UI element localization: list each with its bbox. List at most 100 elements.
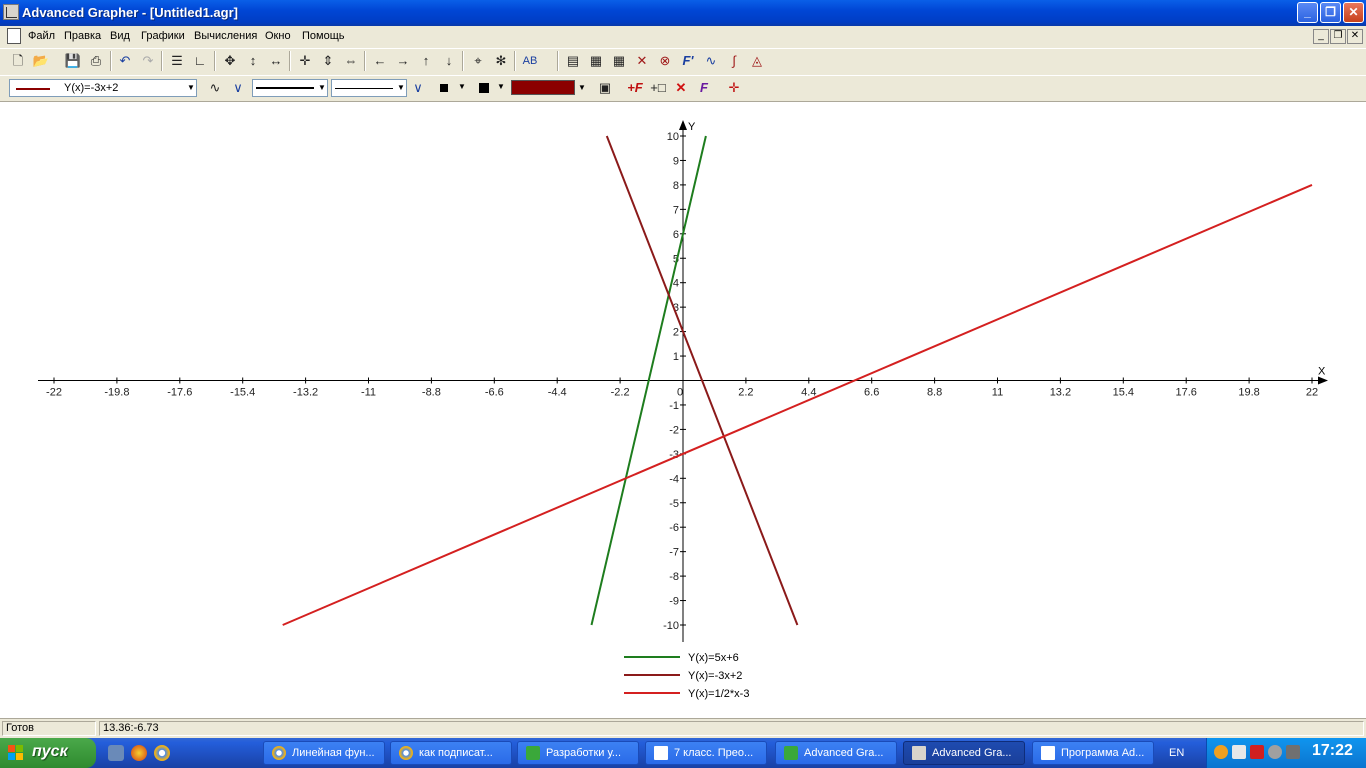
function-select[interactable]: Y(x)=-3x+2 ▼ xyxy=(9,79,197,97)
table-icon[interactable]: ▤ xyxy=(563,51,583,71)
redo-icon[interactable]: ↷ xyxy=(138,51,158,71)
open-folder-icon[interactable]: 📂 xyxy=(31,51,51,71)
v-style-icon[interactable]: ∨ xyxy=(228,78,248,98)
mdi-minimize-button[interactable]: _ xyxy=(1313,29,1329,44)
word-icon xyxy=(1041,746,1055,760)
square-fill-icon xyxy=(479,83,489,93)
integral-icon[interactable]: ∫ xyxy=(724,51,744,71)
crosshair-icon[interactable]: ⌖ xyxy=(468,51,488,71)
menu-calculations[interactable]: Вычисления xyxy=(194,30,257,42)
taskbar-item-label: Программа Ad... xyxy=(1061,747,1145,759)
zoom-in-icon[interactable]: ✛ xyxy=(295,51,315,71)
taskbar-item[interactable]: Advanced Gra... xyxy=(775,741,897,765)
stretch-horizontal-icon[interactable]: ↔ xyxy=(266,51,286,71)
delete-icon[interactable]: ✕ xyxy=(671,78,691,98)
menu-help[interactable]: Помощь xyxy=(302,30,345,42)
app-icon[interactable] xyxy=(3,4,19,20)
axes-icon[interactable]: ∟ xyxy=(190,51,210,71)
stretch-vertical-icon[interactable]: ↕ xyxy=(243,51,263,71)
mdi-close-button[interactable]: ✕ xyxy=(1347,29,1363,44)
roots-icon[interactable]: ✕ xyxy=(632,51,652,71)
menu-edit[interactable]: Правка xyxy=(64,30,101,42)
line-style-select[interactable]: ▼ xyxy=(331,79,407,97)
network-icon[interactable] xyxy=(1232,745,1246,759)
print-icon[interactable]: ⎙ xyxy=(86,51,106,71)
calculator-icon[interactable]: ▦ xyxy=(586,51,606,71)
toolbar-separator xyxy=(557,51,559,71)
grapher-icon xyxy=(912,746,926,760)
y-axis-arrow xyxy=(679,120,687,130)
function-f-icon[interactable]: F xyxy=(694,78,714,98)
tangent-icon[interactable]: ∿ xyxy=(701,51,721,71)
chevron-down-icon[interactable]: ▼ xyxy=(578,83,586,92)
taskbar-item[interactable]: Программа Ad... xyxy=(1032,741,1154,765)
tray-app-icon[interactable] xyxy=(1214,745,1228,759)
series-line-3 xyxy=(282,183,1313,626)
minimize-button[interactable]: _ xyxy=(1297,2,1318,23)
undo-icon[interactable]: ↶ xyxy=(115,51,135,71)
pan-icon[interactable]: ✥ xyxy=(220,51,240,71)
zoom-vertical-icon[interactable]: ⇕ xyxy=(318,51,338,71)
derivative-icon[interactable]: F' xyxy=(678,51,698,71)
y-tick-label: 7 xyxy=(673,204,679,216)
taskbar-item[interactable]: Линейная фун... xyxy=(263,741,385,765)
zoom-horizontal-icon[interactable]: ⇔ xyxy=(341,51,361,71)
taskbar-item-label: Advanced Gra... xyxy=(932,747,1012,759)
new-file-icon[interactable]: 🗋 xyxy=(8,51,28,71)
save-icon[interactable]: 💾 xyxy=(63,51,83,71)
logo-blue xyxy=(8,753,15,760)
graph-canvas[interactable]: X Y -22 -19.8 -17.6 -15.4 -13.2 -11 -8.8 -6.6 -4.4… xyxy=(0,102,1366,718)
arrow-right-icon[interactable]: → xyxy=(393,51,413,71)
text-label-icon[interactable]: AB xyxy=(520,51,540,71)
x-tick-label: -8.8 xyxy=(422,387,441,399)
menu-window[interactable]: Окно xyxy=(265,30,291,42)
marker-size-select[interactable]: ▼ xyxy=(434,79,468,97)
language-indicator[interactable]: EN xyxy=(1169,747,1184,759)
add-function-icon[interactable]: +F xyxy=(625,78,645,98)
line-width-select[interactable]: ▼ xyxy=(252,79,328,97)
point-icon[interactable]: ✛ xyxy=(724,78,744,98)
curve-style-icon[interactable]: ∿ xyxy=(205,78,225,98)
marker-v-icon[interactable]: ∨ xyxy=(408,78,428,98)
snowflake-icon[interactable]: ✻ xyxy=(491,51,511,71)
menu-view[interactable]: Вид xyxy=(110,30,130,42)
close-button[interactable]: ✕ xyxy=(1343,2,1364,23)
word-icon xyxy=(654,746,668,760)
arrow-left-icon[interactable]: ← xyxy=(370,51,390,71)
menu-graphs[interactable]: Графики xyxy=(141,30,185,42)
y-tick-label: 1 xyxy=(673,351,679,363)
properties-icon[interactable]: ▣ xyxy=(595,78,615,98)
graph-list-icon[interactable]: ☰ xyxy=(167,51,187,71)
graph-color-select[interactable] xyxy=(511,80,575,95)
add-table-icon[interactable]: +□ xyxy=(648,78,668,98)
chevron-down-icon: ▼ xyxy=(497,82,505,91)
document-icon[interactable] xyxy=(7,28,21,44)
toolbar-separator xyxy=(110,51,112,71)
intersection-icon[interactable]: ⊗ xyxy=(655,51,675,71)
x-tick-label: 0 xyxy=(677,387,683,399)
logo-yellow xyxy=(16,753,23,760)
menu-file[interactable]: Файл xyxy=(28,30,55,42)
tray-disk-icon[interactable] xyxy=(1268,745,1282,759)
chrome-icon[interactable] xyxy=(154,745,170,761)
taskbar-item[interactable]: как подписат... xyxy=(390,741,512,765)
function-color-line xyxy=(16,88,50,90)
shield-icon[interactable] xyxy=(1250,745,1264,759)
x-tick-label: 2.2 xyxy=(738,387,753,399)
maximize-button[interactable]: ❐ xyxy=(1320,2,1341,23)
taskbar-item[interactable]: 7 класс. Прео... xyxy=(645,741,767,765)
show-desktop-icon[interactable] xyxy=(108,745,124,761)
start-button[interactable]: пуск xyxy=(0,738,96,768)
mdi-restore-button[interactable]: ❐ xyxy=(1330,29,1346,44)
arrow-down-icon[interactable]: ↓ xyxy=(439,51,459,71)
grid-table-icon[interactable]: ▦ xyxy=(609,51,629,71)
arrow-up-icon[interactable]: ↑ xyxy=(416,51,436,71)
taskbar-item[interactable]: Разработки у... xyxy=(517,741,639,765)
area-icon[interactable]: ◬ xyxy=(747,51,767,71)
y-tick-label: -2 xyxy=(669,424,679,436)
taskbar-item-active[interactable]: Advanced Gra... xyxy=(903,741,1025,765)
x-tick-label: 22 xyxy=(1306,387,1318,399)
marker-fill-select[interactable]: ▼ xyxy=(473,79,507,97)
browser-icon[interactable] xyxy=(131,745,147,761)
volume-icon[interactable] xyxy=(1286,745,1300,759)
